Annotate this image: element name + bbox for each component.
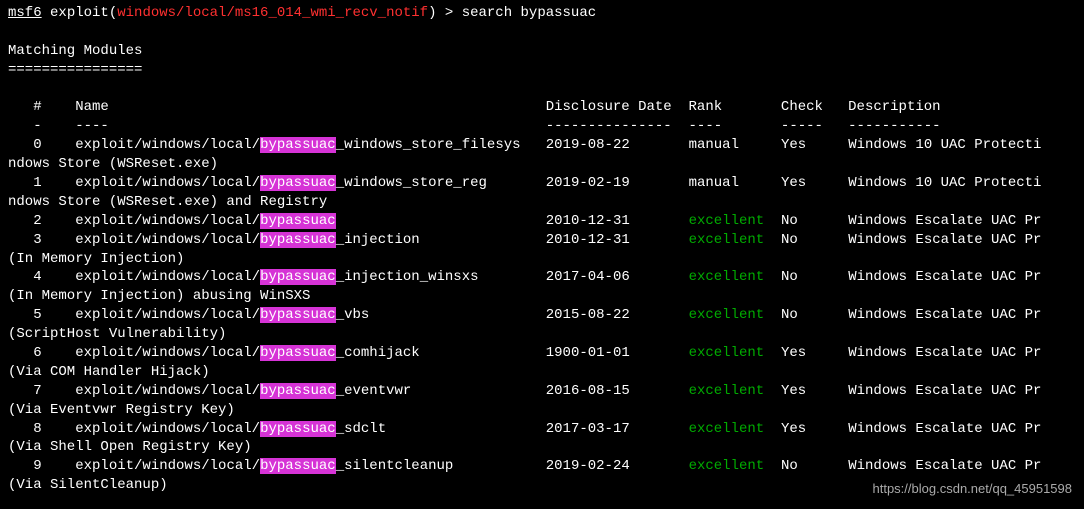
- table-row-wrap: ndows Store (WSReset.exe) and Registry: [8, 193, 1076, 212]
- search-highlight: bypassuac: [260, 383, 336, 399]
- table-row-wrap: ndows Store (WSReset.exe): [8, 155, 1076, 174]
- table-row-wrap: (Via COM Handler Hijack): [8, 363, 1076, 382]
- table-row: 0 exploit/windows/local/bypassuac_window…: [8, 136, 1076, 155]
- table-row: 4 exploit/windows/local/bypassuac_inject…: [8, 268, 1076, 287]
- rank-value: excellent: [689, 213, 765, 229]
- terminal[interactable]: msf6 exploit(windows/local/ms16_014_wmi_…: [8, 4, 1076, 495]
- prompt-prefix: msf6: [8, 5, 42, 21]
- rank-value: excellent: [689, 232, 765, 248]
- table-row: 9 exploit/windows/local/bypassuac_silent…: [8, 457, 1076, 476]
- section-underline: ================: [8, 61, 1076, 80]
- prompt-line[interactable]: msf6 exploit(windows/local/ms16_014_wmi_…: [8, 4, 1076, 23]
- rank-value: excellent: [689, 383, 765, 399]
- table-row: 8 exploit/windows/local/bypassuac_sdclt …: [8, 420, 1076, 439]
- table-row-wrap: (Via Shell Open Registry Key): [8, 438, 1076, 457]
- table-header: # Name Disclosure Date Rank Check Descri…: [8, 98, 1076, 117]
- watermark-text: https://blog.csdn.net/qq_45951598: [873, 480, 1073, 498]
- results-body: 0 exploit/windows/local/bypassuac_window…: [8, 136, 1076, 495]
- search-highlight: bypassuac: [260, 137, 336, 153]
- section-heading: Matching Modules: [8, 42, 1076, 61]
- blank-line: [8, 80, 1076, 99]
- table-row: 1 exploit/windows/local/bypassuac_window…: [8, 174, 1076, 193]
- table-row: 5 exploit/windows/local/bypassuac_vbs 20…: [8, 306, 1076, 325]
- blank-line: [8, 23, 1076, 42]
- search-highlight: bypassuac: [260, 269, 336, 285]
- search-highlight: bypassuac: [260, 175, 336, 191]
- table-row: 6 exploit/windows/local/bypassuac_comhij…: [8, 344, 1076, 363]
- table-row-wrap: (ScriptHost Vulnerability): [8, 325, 1076, 344]
- rank-value: excellent: [689, 421, 765, 437]
- rank-value: manual: [689, 137, 739, 153]
- rank-value: excellent: [689, 458, 765, 474]
- table-row: 2 exploit/windows/local/bypassuac 2010-1…: [8, 212, 1076, 231]
- table-row-wrap: (Via Eventvwr Registry Key): [8, 401, 1076, 420]
- search-highlight: bypassuac: [260, 421, 336, 437]
- search-highlight: bypassuac: [260, 307, 336, 323]
- table-row: 7 exploit/windows/local/bypassuac_eventv…: [8, 382, 1076, 401]
- table-row-wrap: (In Memory Injection) abusing WinSXS: [8, 287, 1076, 306]
- table-row-wrap: (In Memory Injection): [8, 250, 1076, 269]
- search-highlight: bypassuac: [260, 213, 336, 229]
- search-highlight: bypassuac: [260, 345, 336, 361]
- prompt-open: exploit(: [42, 5, 118, 21]
- rank-value: manual: [689, 175, 739, 191]
- prompt-command: search bypassuac: [462, 5, 596, 21]
- table-row: 3 exploit/windows/local/bypassuac_inject…: [8, 231, 1076, 250]
- prompt-close: ) >: [428, 5, 462, 21]
- rank-value: excellent: [689, 269, 765, 285]
- table-header-underline: - ---- --------------- ---- ----- ------…: [8, 117, 1076, 136]
- search-highlight: bypassuac: [260, 458, 336, 474]
- rank-value: excellent: [689, 345, 765, 361]
- prompt-module: windows/local/ms16_014_wmi_recv_notif: [117, 5, 428, 21]
- search-highlight: bypassuac: [260, 232, 336, 248]
- rank-value: excellent: [689, 307, 765, 323]
